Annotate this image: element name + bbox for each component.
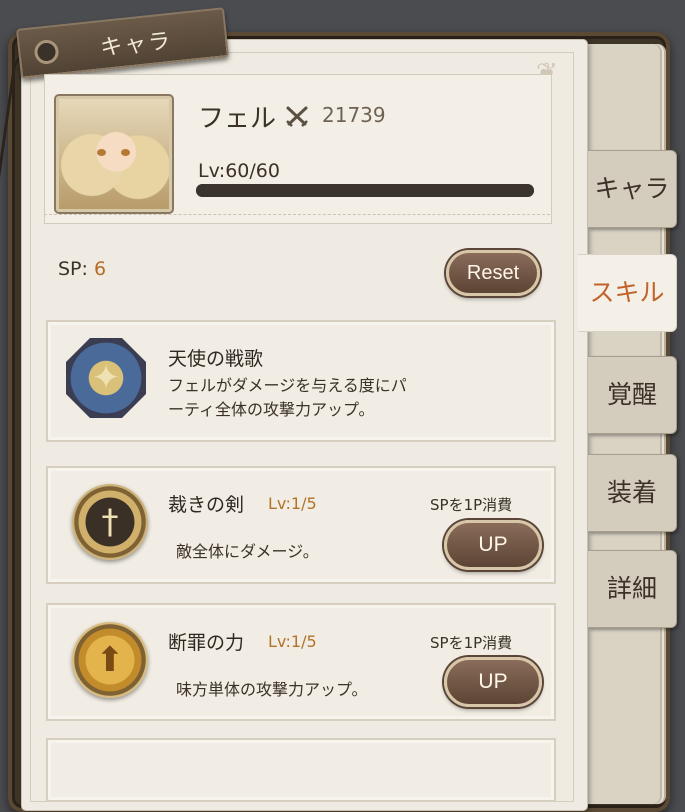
skill-cost: SPを1P消費 bbox=[430, 634, 513, 652]
sp-label: SP: bbox=[58, 258, 94, 280]
level-bar bbox=[196, 184, 534, 197]
tab-detail[interactable]: 詳細 bbox=[588, 550, 677, 628]
skill-description: フェルがダメージを与える度にパ ーティ全体の攻撃力アップ。 bbox=[168, 374, 407, 422]
skill-cost: SPを1P消費 bbox=[430, 496, 513, 514]
skill-level: Lv:1/5 bbox=[268, 632, 317, 651]
sword-glyph-icon: † bbox=[101, 502, 119, 542]
level-bar-fill bbox=[196, 184, 534, 197]
sp-counter: SP: 6 bbox=[58, 258, 106, 280]
skill-up-button[interactable]: UP bbox=[444, 657, 542, 707]
skill-title: 天使の戦歌 bbox=[168, 348, 264, 370]
sword-emblem-icon: † bbox=[72, 484, 148, 560]
reset-button[interactable]: Reset bbox=[446, 250, 540, 296]
crossed-swords-icon bbox=[286, 106, 308, 127]
tab-awaken[interactable]: 覚醒 bbox=[588, 356, 677, 434]
combat-power: 21739 bbox=[322, 103, 386, 127]
header-title: キャラ bbox=[99, 28, 174, 62]
skill-desc-line: ーティ全体の攻撃力アップ。 bbox=[168, 400, 375, 419]
arrow-glyph-icon: ⬆ bbox=[95, 640, 125, 680]
character-name: フェル bbox=[198, 104, 277, 134]
skill-description: 味方単体の攻撃力アップ。 bbox=[176, 680, 368, 699]
skill-desc-line: フェルがダメージを与える度にパ bbox=[168, 376, 407, 395]
skill-title: 断罪の力 bbox=[168, 632, 245, 654]
skill-up-button[interactable]: UP bbox=[444, 520, 542, 570]
skill-title: 裁きの剣 bbox=[168, 494, 245, 516]
tab-equip[interactable]: 装着 bbox=[588, 454, 677, 532]
angel-glyph-icon: ✦ bbox=[91, 358, 121, 398]
angel-song-icon: ✦ bbox=[66, 338, 146, 418]
character-level: Lv:60/60 bbox=[198, 160, 280, 182]
portrait-eye bbox=[121, 149, 130, 156]
skill-description: 敵全体にダメージ。 bbox=[176, 542, 319, 561]
sp-value: 6 bbox=[93, 258, 107, 280]
arrow-up-emblem-icon: ⬆ bbox=[72, 622, 148, 698]
tab-chara[interactable]: キャラ bbox=[588, 150, 677, 228]
tag-hole bbox=[33, 38, 60, 66]
character-portrait[interactable] bbox=[54, 94, 174, 214]
divider bbox=[44, 214, 550, 217]
skill-level: Lv:1/5 bbox=[268, 494, 317, 513]
tab-skill[interactable]: スキル bbox=[578, 254, 677, 332]
skill-card-partial bbox=[46, 738, 556, 802]
portrait-eye bbox=[97, 149, 106, 156]
